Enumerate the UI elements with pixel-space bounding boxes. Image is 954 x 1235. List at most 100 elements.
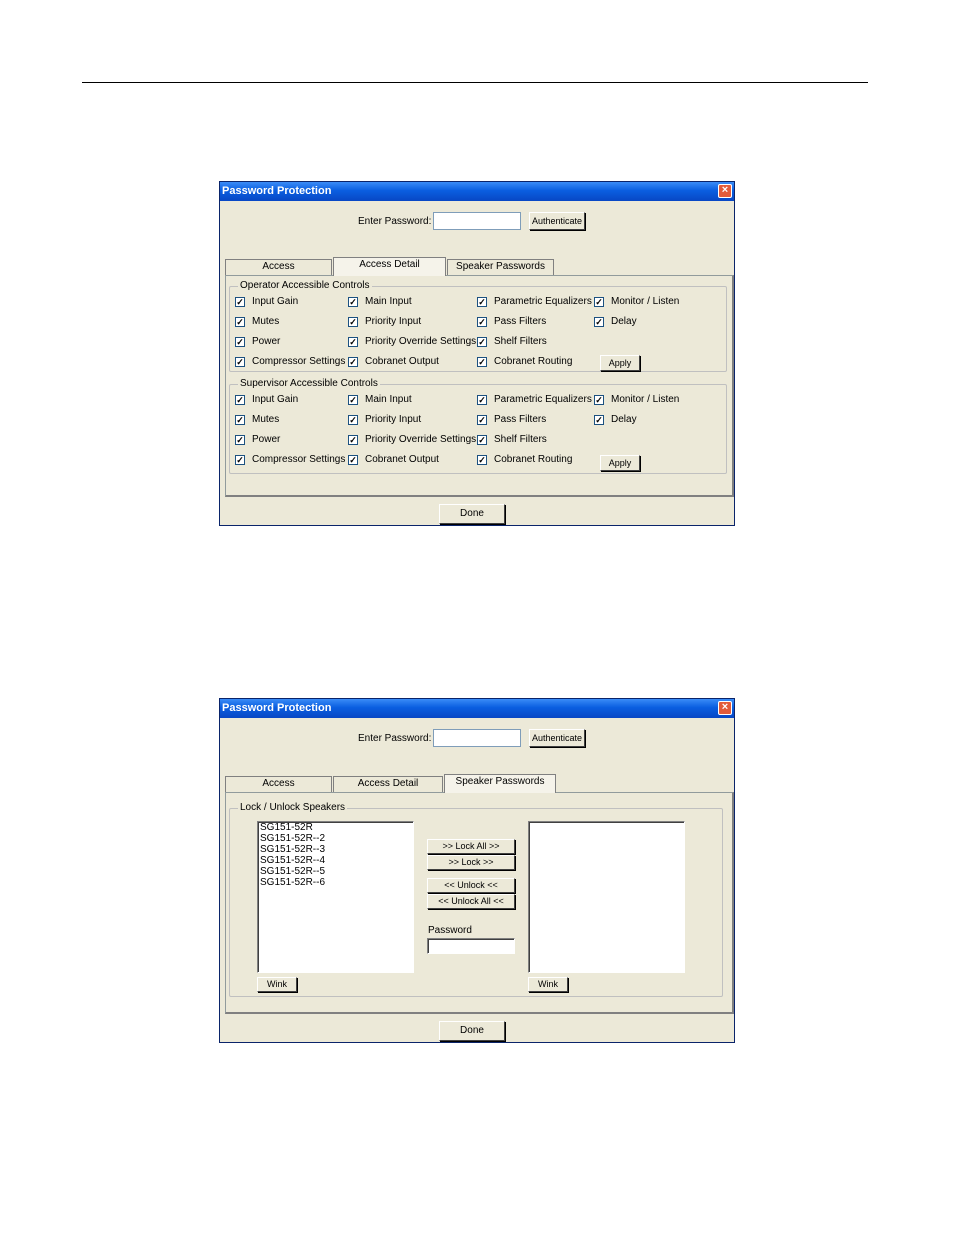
checkbox-label: Delay [611, 414, 637, 425]
tab-speaker-passwords[interactable]: Speaker Passwords [447, 259, 554, 275]
list-item[interactable]: SG151-52R [258, 822, 413, 833]
checkbox[interactable]: ✓ [477, 337, 487, 347]
checkbox[interactable]: ✓ [348, 415, 358, 425]
unlock-all-button[interactable]: << Unlock All << [427, 894, 515, 909]
tab-access[interactable]: Access [225, 776, 332, 792]
enter-password-label: Enter Password: [358, 216, 432, 227]
close-icon[interactable]: × [718, 701, 732, 715]
list-item[interactable]: SG151-52R--2 [258, 833, 413, 844]
checkbox[interactable]: ✓ [477, 395, 487, 405]
checkbox[interactable]: ✓ [348, 357, 358, 367]
list-item[interactable]: SG151-52R--5 [258, 866, 413, 877]
page-header-rule [82, 82, 868, 83]
checkbox-label: Shelf Filters [494, 434, 547, 445]
lock-all-button[interactable]: >> Lock All >> [427, 839, 515, 854]
checkbox[interactable]: ✓ [348, 455, 358, 465]
unlocked-speakers-list[interactable]: SG151-52R SG151-52R--2 SG151-52R--3 SG151-5… [257, 821, 414, 973]
checkbox-label: Priority Input [365, 316, 422, 327]
operator-controls-group: Operator Accessible Controls ✓ Input Gain… [229, 280, 727, 372]
list-item[interactable]: SG151-52R--3 [258, 844, 413, 855]
group-legend: Lock / Unlock Speakers [238, 802, 348, 813]
checkbox[interactable]: ✓ [235, 357, 245, 367]
supervisor-controls-group: Supervisor Accessible Controls ✓ Input Ga… [229, 378, 727, 474]
checkbox[interactable]: ✓ [235, 455, 245, 465]
checkbox-label: Input Gain [252, 296, 299, 307]
password-protection-dialog-access-detail: Password Protection × Enter Password: Au… [219, 181, 735, 526]
locked-speakers-list[interactable] [528, 821, 685, 973]
checkbox-label: Shelf Filters [494, 336, 547, 347]
checkbox[interactable]: ✓ [348, 317, 358, 327]
checkbox-label: Monitor / Listen [611, 296, 680, 307]
checkbox-label: Power [252, 434, 281, 445]
tab-access-detail[interactable]: Access Detail [333, 257, 446, 276]
checkbox-label: Compressor Settings [252, 356, 346, 367]
checkbox[interactable]: ✓ [477, 357, 487, 367]
checkbox[interactable]: ✓ [235, 317, 245, 327]
checkbox[interactable]: ✓ [477, 317, 487, 327]
checkbox[interactable]: ✓ [594, 317, 604, 327]
unlock-button[interactable]: << Unlock << [427, 878, 515, 893]
authenticate-button[interactable]: Authenticate [529, 729, 585, 747]
checkbox-label: Priority Input [365, 414, 422, 425]
checkbox-label: Cobranet Output [365, 454, 439, 465]
checkbox[interactable]: ✓ [348, 395, 358, 405]
checkbox-label: Mutes [252, 414, 280, 425]
checkbox-label: Priority Override Settings [365, 434, 477, 445]
apply-button[interactable]: Apply [600, 355, 640, 371]
checkbox-label: Cobranet Output [365, 356, 439, 367]
authenticate-button[interactable]: Authenticate [529, 212, 585, 230]
checkbox[interactable]: ✓ [594, 415, 604, 425]
wink-locked-button[interactable]: Wink [528, 977, 568, 992]
checkbox[interactable]: ✓ [235, 415, 245, 425]
password-protection-dialog-speaker-passwords: Password Protection × Enter Password: Au… [219, 698, 735, 1043]
done-button[interactable]: Done [439, 504, 505, 524]
checkbox-label: Parametric Equalizers [494, 394, 592, 405]
close-icon[interactable]: × [718, 184, 732, 198]
checkbox-label: Compressor Settings [252, 454, 346, 465]
tab-access[interactable]: Access [225, 259, 332, 275]
window-title: Password Protection [222, 702, 332, 714]
lock-button[interactable]: >> Lock >> [427, 855, 515, 870]
tab-speaker-passwords[interactable]: Speaker Passwords [444, 774, 556, 793]
tab-access-detail[interactable]: Access Detail [333, 776, 443, 792]
checkbox[interactable]: ✓ [477, 297, 487, 307]
checkbox-label: Main Input [365, 296, 412, 307]
checkbox[interactable]: ✓ [477, 415, 487, 425]
checkbox[interactable]: ✓ [477, 435, 487, 445]
checkbox[interactable]: ✓ [235, 297, 245, 307]
title-bar[interactable]: Password Protection × [220, 182, 734, 201]
done-button[interactable]: Done [439, 1021, 505, 1041]
checkbox[interactable]: ✓ [235, 435, 245, 445]
list-item[interactable]: SG151-52R--6 [258, 877, 413, 888]
checkbox[interactable]: ✓ [348, 435, 358, 445]
checkbox[interactable]: ✓ [477, 455, 487, 465]
checkbox-label: Main Input [365, 394, 412, 405]
checkbox-label: Pass Filters [494, 414, 547, 425]
wink-unlocked-button[interactable]: Wink [257, 977, 297, 992]
group-legend: Operator Accessible Controls [238, 280, 372, 291]
enter-password-input[interactable] [433, 212, 521, 230]
checkbox-label: Input Gain [252, 394, 299, 405]
enter-password-input[interactable] [433, 729, 521, 747]
tab-panel-access-detail: Operator Accessible Controls ✓ Input Gain… [225, 275, 734, 497]
apply-button[interactable]: Apply [600, 455, 640, 471]
checkbox-label: Pass Filters [494, 316, 547, 327]
checkbox-label: Cobranet Routing [494, 356, 573, 367]
checkbox[interactable]: ✓ [235, 337, 245, 347]
checkbox[interactable]: ✓ [594, 297, 604, 307]
checkbox[interactable]: ✓ [348, 297, 358, 307]
group-legend: Supervisor Accessible Controls [238, 378, 380, 389]
checkbox[interactable]: ✓ [235, 395, 245, 405]
enter-password-label: Enter Password: [358, 733, 432, 744]
title-bar[interactable]: Password Protection × [220, 699, 734, 718]
list-item[interactable]: SG151-52R--4 [258, 855, 413, 866]
checkbox-label: Cobranet Routing [494, 454, 573, 465]
checkbox[interactable]: ✓ [348, 337, 358, 347]
checkbox[interactable]: ✓ [594, 395, 604, 405]
speaker-password-label: Password [428, 925, 472, 936]
checkbox-label: Monitor / Listen [611, 394, 680, 405]
speaker-password-input[interactable] [427, 938, 515, 954]
checkbox-label: Mutes [252, 316, 280, 327]
checkbox-label: Power [252, 336, 281, 347]
checkbox-label: Parametric Equalizers [494, 296, 592, 307]
